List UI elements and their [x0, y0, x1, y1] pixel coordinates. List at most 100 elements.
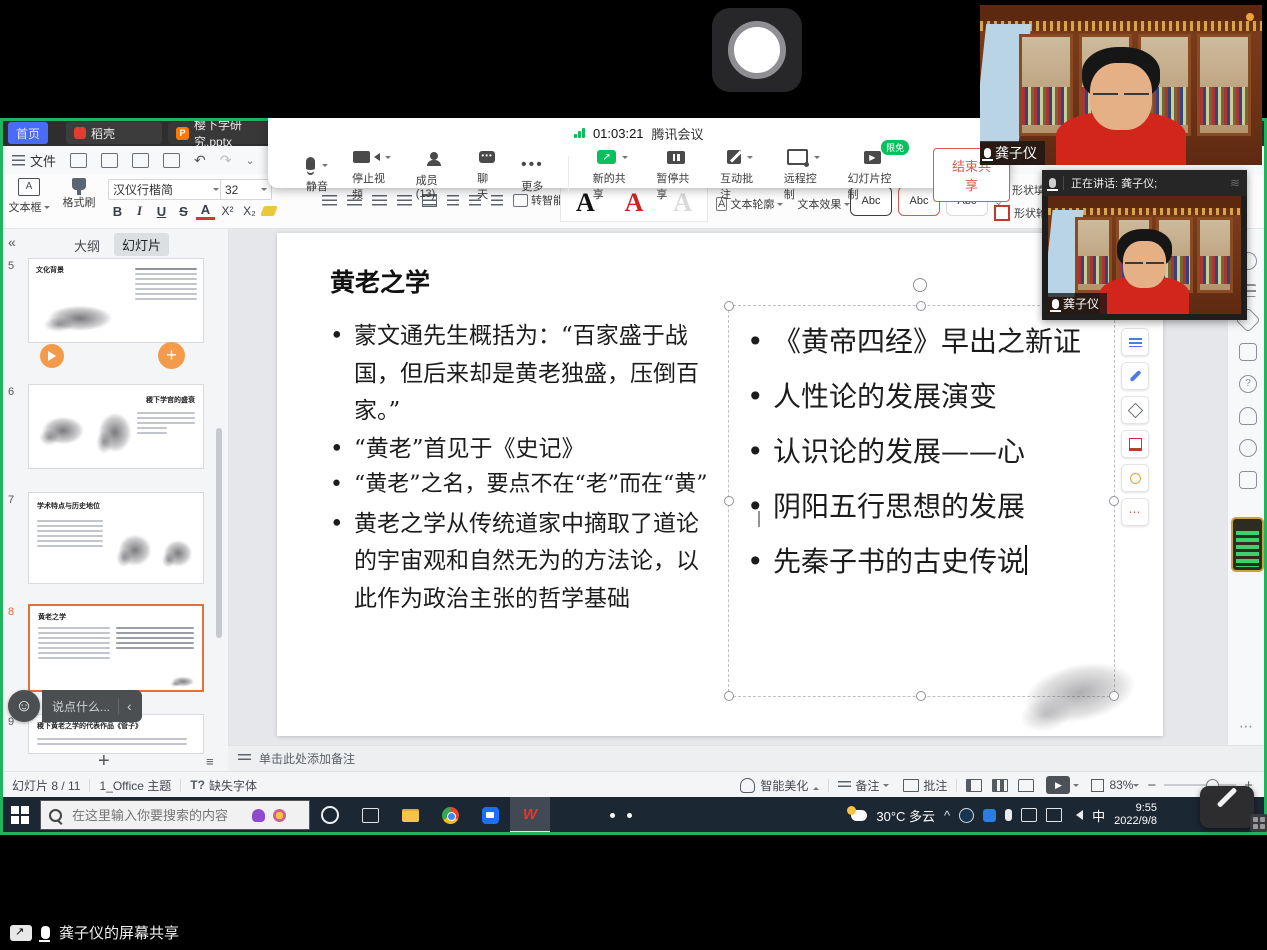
- tab-slides[interactable]: 幻灯片: [114, 233, 169, 256]
- chat-quick-bubble[interactable]: ☺ 说点什么... ‹: [8, 690, 142, 722]
- chat-button[interactable]: ••• 聊天: [477, 147, 497, 202]
- selected-textbox[interactable]: •《黄帝四经》早出之新证 •人性论的发展演变 •认识论的发展——心 •阴阳五行思…: [728, 305, 1115, 697]
- video-feed-secondary[interactable]: 龚子仪: [1048, 196, 1241, 314]
- print-icon[interactable]: [132, 153, 149, 168]
- format-painter-button[interactable]: 格式刷: [56, 178, 102, 210]
- qq-guard-icon[interactable]: [983, 809, 996, 822]
- more-button[interactable]: ••• 更多: [521, 155, 544, 194]
- tab-docer[interactable]: 稻壳: [66, 122, 162, 144]
- italic-button[interactable]: I: [130, 203, 149, 219]
- strikethrough-button[interactable]: S: [174, 204, 193, 219]
- thumbnail-scrollbar[interactable]: [216, 428, 222, 638]
- slide-control-button[interactable]: 限免 ▶ 幻灯片控制: [847, 147, 897, 202]
- export-icon[interactable]: [101, 153, 118, 168]
- layers-button[interactable]: [1121, 328, 1149, 356]
- print-preview-icon[interactable]: [163, 153, 180, 168]
- slide-thumb-8-selected[interactable]: 黄老之学: [28, 604, 204, 692]
- slide-thumb-5[interactable]: 文化背景: [28, 258, 204, 343]
- weather-text[interactable]: 30°C 多云: [876, 806, 935, 825]
- speaking-panel[interactable]: 正在讲话: 龚子仪; ≋ 龚子仪: [1042, 170, 1247, 320]
- collapse-bubble-icon[interactable]: ‹: [127, 698, 132, 714]
- highlight-icon[interactable]: [260, 206, 278, 216]
- new-share-button[interactable]: ↗ 新的共享: [593, 147, 633, 202]
- insert-textbox-button[interactable]: A 文本框: [6, 178, 52, 215]
- quickbar-caret-icon[interactable]: ⌄: [245, 154, 254, 167]
- file-explorer-button[interactable]: [390, 797, 430, 833]
- sidebar-more-icon[interactable]: ⋯: [1239, 718, 1254, 735]
- sorter-view-button[interactable]: [992, 779, 1008, 792]
- collapse-panel-button[interactable]: «: [8, 234, 16, 250]
- frame-tool-button[interactable]: [1121, 430, 1149, 458]
- normal-view-button[interactable]: [966, 779, 982, 792]
- stop-video-button[interactable]: 停止视频: [352, 147, 392, 202]
- slide-canvas[interactable]: 黄老之学 •蒙文通先生概括为：“百家盛于战 国，但后来却是黄老独盛，压倒百 家。…: [277, 233, 1163, 736]
- beautify-button[interactable]: 智能美化: [740, 777, 819, 794]
- undo-icon[interactable]: ↶: [194, 152, 206, 169]
- zoom-out-button[interactable]: −: [1147, 777, 1156, 794]
- tab-outline[interactable]: 大纲: [74, 236, 100, 255]
- slide-list-menu-icon[interactable]: ≡: [206, 754, 214, 769]
- fit-window-icon[interactable]: [1091, 779, 1104, 792]
- tray-capture-icon[interactable]: [1021, 808, 1037, 822]
- annotation-grid-icon[interactable]: [1250, 814, 1267, 832]
- tray-mic-icon[interactable]: [1005, 809, 1012, 821]
- font-size-select[interactable]: 32: [220, 179, 272, 200]
- tray-expand-icon[interactable]: ^: [944, 808, 950, 823]
- benefits-icon[interactable]: [1239, 439, 1257, 457]
- resize-handle-nw[interactable]: [724, 301, 734, 311]
- subscript-button[interactable]: X₂: [240, 204, 259, 218]
- share-panel-icon[interactable]: [1239, 343, 1257, 361]
- tray-display-icon[interactable]: [1046, 808, 1062, 822]
- remote-control-button[interactable]: 远程控制: [784, 147, 824, 202]
- font-name-select[interactable]: 汉仪行楷简: [108, 179, 224, 200]
- idea-button[interactable]: [1121, 464, 1149, 492]
- file-menu[interactable]: 文件: [12, 151, 56, 170]
- resize-handle-se[interactable]: [1109, 691, 1119, 701]
- notes-toggle[interactable]: 备注: [838, 777, 889, 794]
- annotation-tool-float[interactable]: [1200, 786, 1254, 828]
- theme-name[interactable]: 1_Office 主题: [99, 777, 171, 794]
- task-view-button[interactable]: [350, 797, 390, 833]
- slide-title[interactable]: 黄老之学: [330, 263, 430, 299]
- bold-button[interactable]: B: [108, 204, 127, 219]
- video-feed-primary[interactable]: 龚子仪: [980, 5, 1262, 165]
- service-icon[interactable]: [1239, 407, 1257, 425]
- volume-icon[interactable]: [1071, 810, 1083, 820]
- emoji-button[interactable]: ☺: [8, 690, 40, 722]
- style-brush-button[interactable]: [1121, 362, 1149, 390]
- resize-handle-s[interactable]: [916, 691, 926, 701]
- rotate-handle[interactable]: [913, 278, 927, 292]
- taskbar-clock[interactable]: 9:55 2022/9/8: [1114, 802, 1157, 828]
- resize-handle-w[interactable]: [724, 496, 734, 506]
- reading-view-button[interactable]: [1018, 779, 1034, 792]
- search-input[interactable]: [70, 807, 244, 824]
- font-color-button[interactable]: A: [196, 202, 215, 220]
- steam-icon[interactable]: [959, 808, 974, 823]
- resources-icon[interactable]: [1239, 471, 1257, 489]
- underline-button[interactable]: U: [152, 204, 171, 219]
- tab-home[interactable]: 首页: [8, 122, 48, 144]
- redo-icon[interactable]: ↷: [220, 152, 232, 169]
- new-slide-button[interactable]: +: [98, 750, 110, 771]
- superscript-button[interactable]: X²: [218, 204, 237, 218]
- comments-toggle[interactable]: 批注: [903, 777, 947, 794]
- resize-handle-e[interactable]: [1109, 496, 1119, 506]
- wps-app-button[interactable]: W: [510, 797, 550, 833]
- slide-thumb-6[interactable]: 稷下学宫的盛衰: [28, 384, 204, 469]
- missing-font-label[interactable]: 缺失字体: [209, 777, 257, 794]
- ime-indicator[interactable]: 中: [1092, 806, 1105, 825]
- more-tools-button[interactable]: ⋯: [1121, 498, 1149, 526]
- save-icon[interactable]: [70, 153, 87, 168]
- annotation-button[interactable]: 互动批注: [720, 147, 760, 202]
- chrome-button[interactable]: [430, 797, 470, 833]
- play-from-slide-button[interactable]: [40, 344, 64, 368]
- shape-tool-button[interactable]: [1121, 396, 1149, 424]
- resize-handle-n[interactable]: [916, 301, 926, 311]
- meeting-app-button[interactable]: [470, 797, 510, 833]
- insert-slide-button[interactable]: +: [158, 342, 185, 369]
- slide-thumb-7[interactable]: 学术特点与历史地位: [28, 492, 204, 584]
- notes-bar[interactable]: 单击此处添加备注: [228, 745, 1267, 771]
- members-button[interactable]: 成员(13): [416, 149, 453, 200]
- zoom-level[interactable]: 83%: [1109, 778, 1133, 792]
- taskbar-search[interactable]: [40, 800, 310, 830]
